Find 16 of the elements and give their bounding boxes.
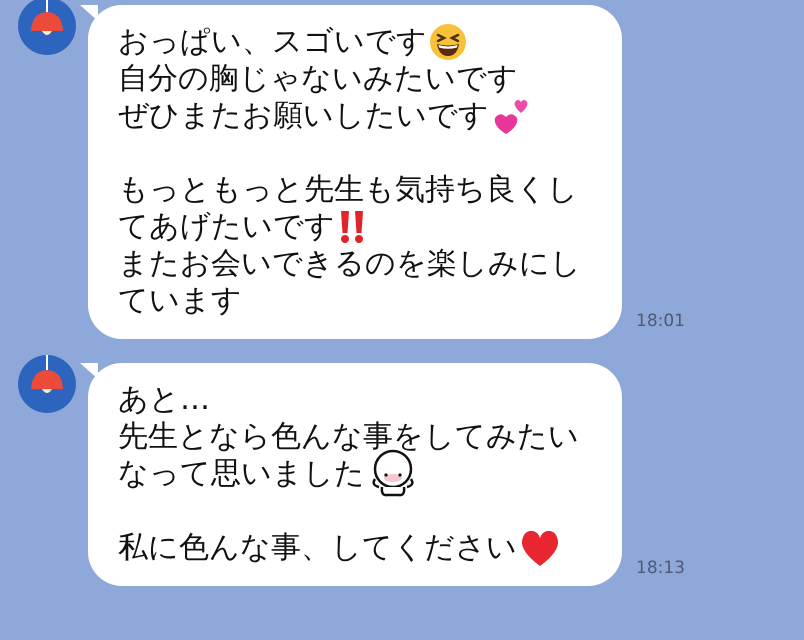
- message-text: あと…: [118, 381, 210, 418]
- message-text: もっともっと先生も気持ち良くし: [118, 171, 578, 208]
- timestamp: 18:01: [636, 311, 685, 331]
- message-text: てあげたいです: [118, 208, 335, 245]
- timestamp: 18:13: [636, 558, 685, 578]
- message-text: 自分の胸じゃないみたいです: [118, 60, 518, 97]
- message-text: 先生となら色んな事をしてみたい: [118, 418, 579, 455]
- message-text: おっぱい、スゴいです: [118, 23, 427, 60]
- laughing-face-icon: [429, 22, 467, 60]
- message-text: ぜひまたお願いしたいです: [118, 97, 489, 134]
- message-text: ています: [118, 282, 242, 319]
- avatar-icon[interactable]: [18, 0, 76, 55]
- message-text: 私に色んな事、してください: [118, 529, 517, 566]
- avatar-icon[interactable]: [18, 355, 76, 413]
- message-text: なって思いました: [118, 455, 365, 492]
- message-text: またお会いできるのを楽しみにし: [118, 245, 581, 282]
